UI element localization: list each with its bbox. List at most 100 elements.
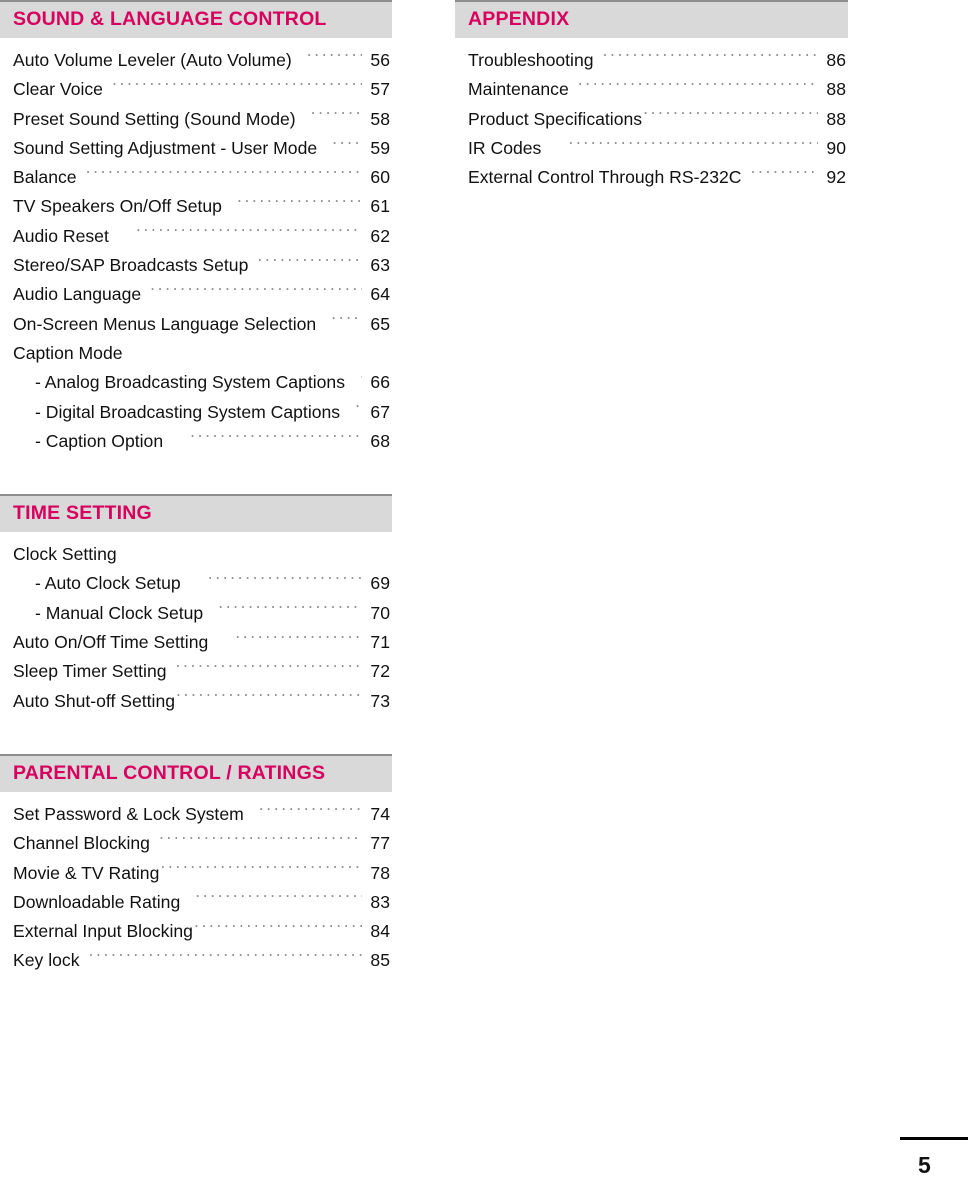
toc-leader-dots xyxy=(332,136,362,154)
toc-entry[interactable]: - Caption Option 68 xyxy=(13,427,390,456)
toc-entry-page-number: 88 xyxy=(826,108,846,129)
toc-entry-page-number: 70 xyxy=(370,602,390,623)
toc-entry-label: Caption Mode xyxy=(13,342,123,363)
toc-entry-page-number: 69 xyxy=(370,573,390,594)
toc-entry[interactable]: - Digital Broadcasting System Captions 67 xyxy=(13,398,390,427)
toc-entry[interactable]: Auto Shut-off Setting 73 xyxy=(13,687,390,716)
toc-entry[interactable]: Movie & TV Rating 78 xyxy=(13,859,390,888)
toc-leader-dots xyxy=(160,861,362,879)
toc-entry[interactable]: Downloadable Rating 83 xyxy=(13,888,390,917)
toc-entry-label: - Caption Option xyxy=(35,430,164,451)
toc-leader-dots xyxy=(360,371,362,389)
toc-entry-page-number: 64 xyxy=(370,284,390,305)
toc-entry-label: Sound Setting Adjustment - User Mode xyxy=(13,137,318,158)
toc-entry[interactable]: Set Password & Lock System 74 xyxy=(13,800,390,829)
toc-entry-page-number: 86 xyxy=(826,50,846,70)
toc-entry[interactable]: External Input Blocking 84 xyxy=(13,917,390,946)
toc-entry[interactable]: Audio Reset 62 xyxy=(13,222,390,251)
toc-leader-dots xyxy=(235,630,362,648)
toc-entry-page-number: 63 xyxy=(370,255,390,276)
toc-entry[interactable]: Clock Setting xyxy=(13,540,390,569)
toc-entry-label: Auto Shut-off Setting xyxy=(13,690,176,711)
toc-page: SOUND & LANGUAGE CONTROL Auto Volume Leve… xyxy=(0,0,980,1191)
toc-leader-dots xyxy=(355,400,362,418)
toc-section: APPENDIXTroubleshooting86Maintenance88Pr… xyxy=(455,0,848,192)
section-header-bar: TIME SETTING xyxy=(0,494,392,533)
toc-entry-page-number: 84 xyxy=(370,921,390,942)
toc-leader-dots xyxy=(118,543,388,561)
toc-leader-dots xyxy=(237,195,362,213)
toc-entry[interactable]: TV Speakers On/Off Setup 61 xyxy=(13,192,390,221)
toc-entry-label: Key lock xyxy=(13,950,80,971)
toc-entry-label: Set Password & Lock System xyxy=(13,803,244,824)
page-number: 5 xyxy=(918,1152,931,1178)
toc-leader-dots xyxy=(643,107,818,125)
right-column: APPENDIXTroubleshooting86Maintenance88Pr… xyxy=(455,0,848,192)
toc-section: SOUND & LANGUAGE CONTROL Auto Volume Leve… xyxy=(0,0,392,456)
toc-entry[interactable]: Clear Voice 57 xyxy=(13,75,390,104)
toc-entry[interactable]: IR Codes 90 xyxy=(468,134,846,163)
toc-entry[interactable]: Channel Blocking 77 xyxy=(13,829,390,858)
toc-entry-label: Auto Volume Leveler (Auto Volume) xyxy=(13,50,292,70)
toc-leader-dots xyxy=(311,107,362,125)
toc-section: PARENTAL CONTROL / RATINGS Set Password &… xyxy=(0,753,392,976)
toc-leader-dots xyxy=(603,48,818,66)
toc-entry[interactable]: Preset Sound Setting (Sound Mode) 58 xyxy=(13,105,390,134)
toc-entry[interactable]: Product Specifications 88 xyxy=(468,105,846,134)
toc-entry[interactable]: Stereo/SAP Broadcasts Setup 63 xyxy=(13,251,390,280)
toc-entry-label: - Auto Clock Setup xyxy=(35,573,181,594)
toc-entry-label: Auto On/Off Time Setting xyxy=(13,632,209,653)
toc-leader-dots xyxy=(150,283,362,301)
toc-entry[interactable]: Audio Language 64 xyxy=(13,280,390,309)
toc-entry-label: Sleep Timer Setting xyxy=(13,661,167,682)
toc-leader-dots xyxy=(259,802,362,820)
toc-leader-dots xyxy=(195,890,362,908)
toc-entry[interactable]: Caption Mode xyxy=(13,339,390,368)
toc-entry-page-number: 77 xyxy=(370,833,390,854)
toc-entry[interactable]: Troubleshooting 86 xyxy=(468,46,846,75)
toc-entry[interactable]: Sound Setting Adjustment - User Mode 59 xyxy=(13,134,390,163)
toc-entry[interactable]: Maintenance 88 xyxy=(468,75,846,104)
toc-leader-dots xyxy=(124,341,388,359)
toc-leader-dots xyxy=(136,224,362,242)
toc-leader-dots xyxy=(176,660,362,678)
toc-columns: SOUND & LANGUAGE CONTROL Auto Volume Leve… xyxy=(0,0,980,976)
toc-leader-dots xyxy=(194,920,362,938)
toc-entry-list: Clock Setting - Auto Clock Setup 69 - Manua… xyxy=(0,532,392,716)
toc-entry-label: Balance xyxy=(13,167,77,188)
toc-entry-label: - Digital Broadcasting System Captions xyxy=(35,401,341,422)
toc-leader-dots xyxy=(578,78,818,96)
toc-leader-dots xyxy=(112,78,362,96)
toc-entry-page-number: 78 xyxy=(370,862,390,883)
toc-entry[interactable]: Auto Volume Leveler (Auto Volume) 56 xyxy=(13,46,390,75)
section-header-bar: SOUND & LANGUAGE CONTROL xyxy=(0,0,392,38)
toc-entry[interactable]: External Control Through RS-232C 92 xyxy=(468,163,846,192)
toc-entry-label: Audio Reset xyxy=(13,225,109,246)
toc-entry[interactable]: Key lock 85 xyxy=(13,946,390,975)
toc-entry-label: Stereo/SAP Broadcasts Setup xyxy=(13,255,249,276)
toc-entry-page-number: 85 xyxy=(370,950,390,971)
toc-entry-page-number: 88 xyxy=(826,79,846,100)
toc-entry-page-number: 83 xyxy=(370,891,390,912)
toc-entry-list: Auto Volume Leveler (Auto Volume) 56 Clear… xyxy=(0,38,392,456)
toc-leader-dots xyxy=(208,572,362,590)
toc-entry[interactable]: - Manual Clock Setup 70 xyxy=(13,599,390,628)
toc-entry-page-number: 92 xyxy=(826,167,846,188)
toc-entry[interactable]: - Auto Clock Setup 69 xyxy=(13,569,390,598)
toc-entry[interactable]: Balance 60 xyxy=(13,163,390,192)
toc-entry[interactable]: Auto On/Off Time Setting 71 xyxy=(13,628,390,657)
toc-entry-label: - Analog Broadcasting System Captions xyxy=(35,372,346,393)
toc-entry[interactable]: Sleep Timer Setting 72 xyxy=(13,657,390,686)
toc-leader-dots xyxy=(190,429,362,447)
toc-leader-dots xyxy=(751,166,819,184)
toc-entry-page-number: 61 xyxy=(370,196,390,217)
toc-entry[interactable]: - Analog Broadcasting System Captions 66 xyxy=(13,368,390,397)
toc-entry-list: Troubleshooting86Maintenance88Product Sp… xyxy=(455,38,848,192)
toc-entry-label: IR Codes xyxy=(468,137,542,158)
toc-entry[interactable]: On-Screen Menus Language Selection 65 xyxy=(13,310,390,339)
toc-section: TIME SETTING Clock Setting - Auto Clock Se… xyxy=(0,494,392,716)
toc-leader-dots xyxy=(307,48,362,66)
toc-entry-label: Audio Language xyxy=(13,284,142,305)
toc-entry-label: External Input Blocking xyxy=(13,921,193,942)
toc-entry-label: Maintenance xyxy=(468,79,569,100)
